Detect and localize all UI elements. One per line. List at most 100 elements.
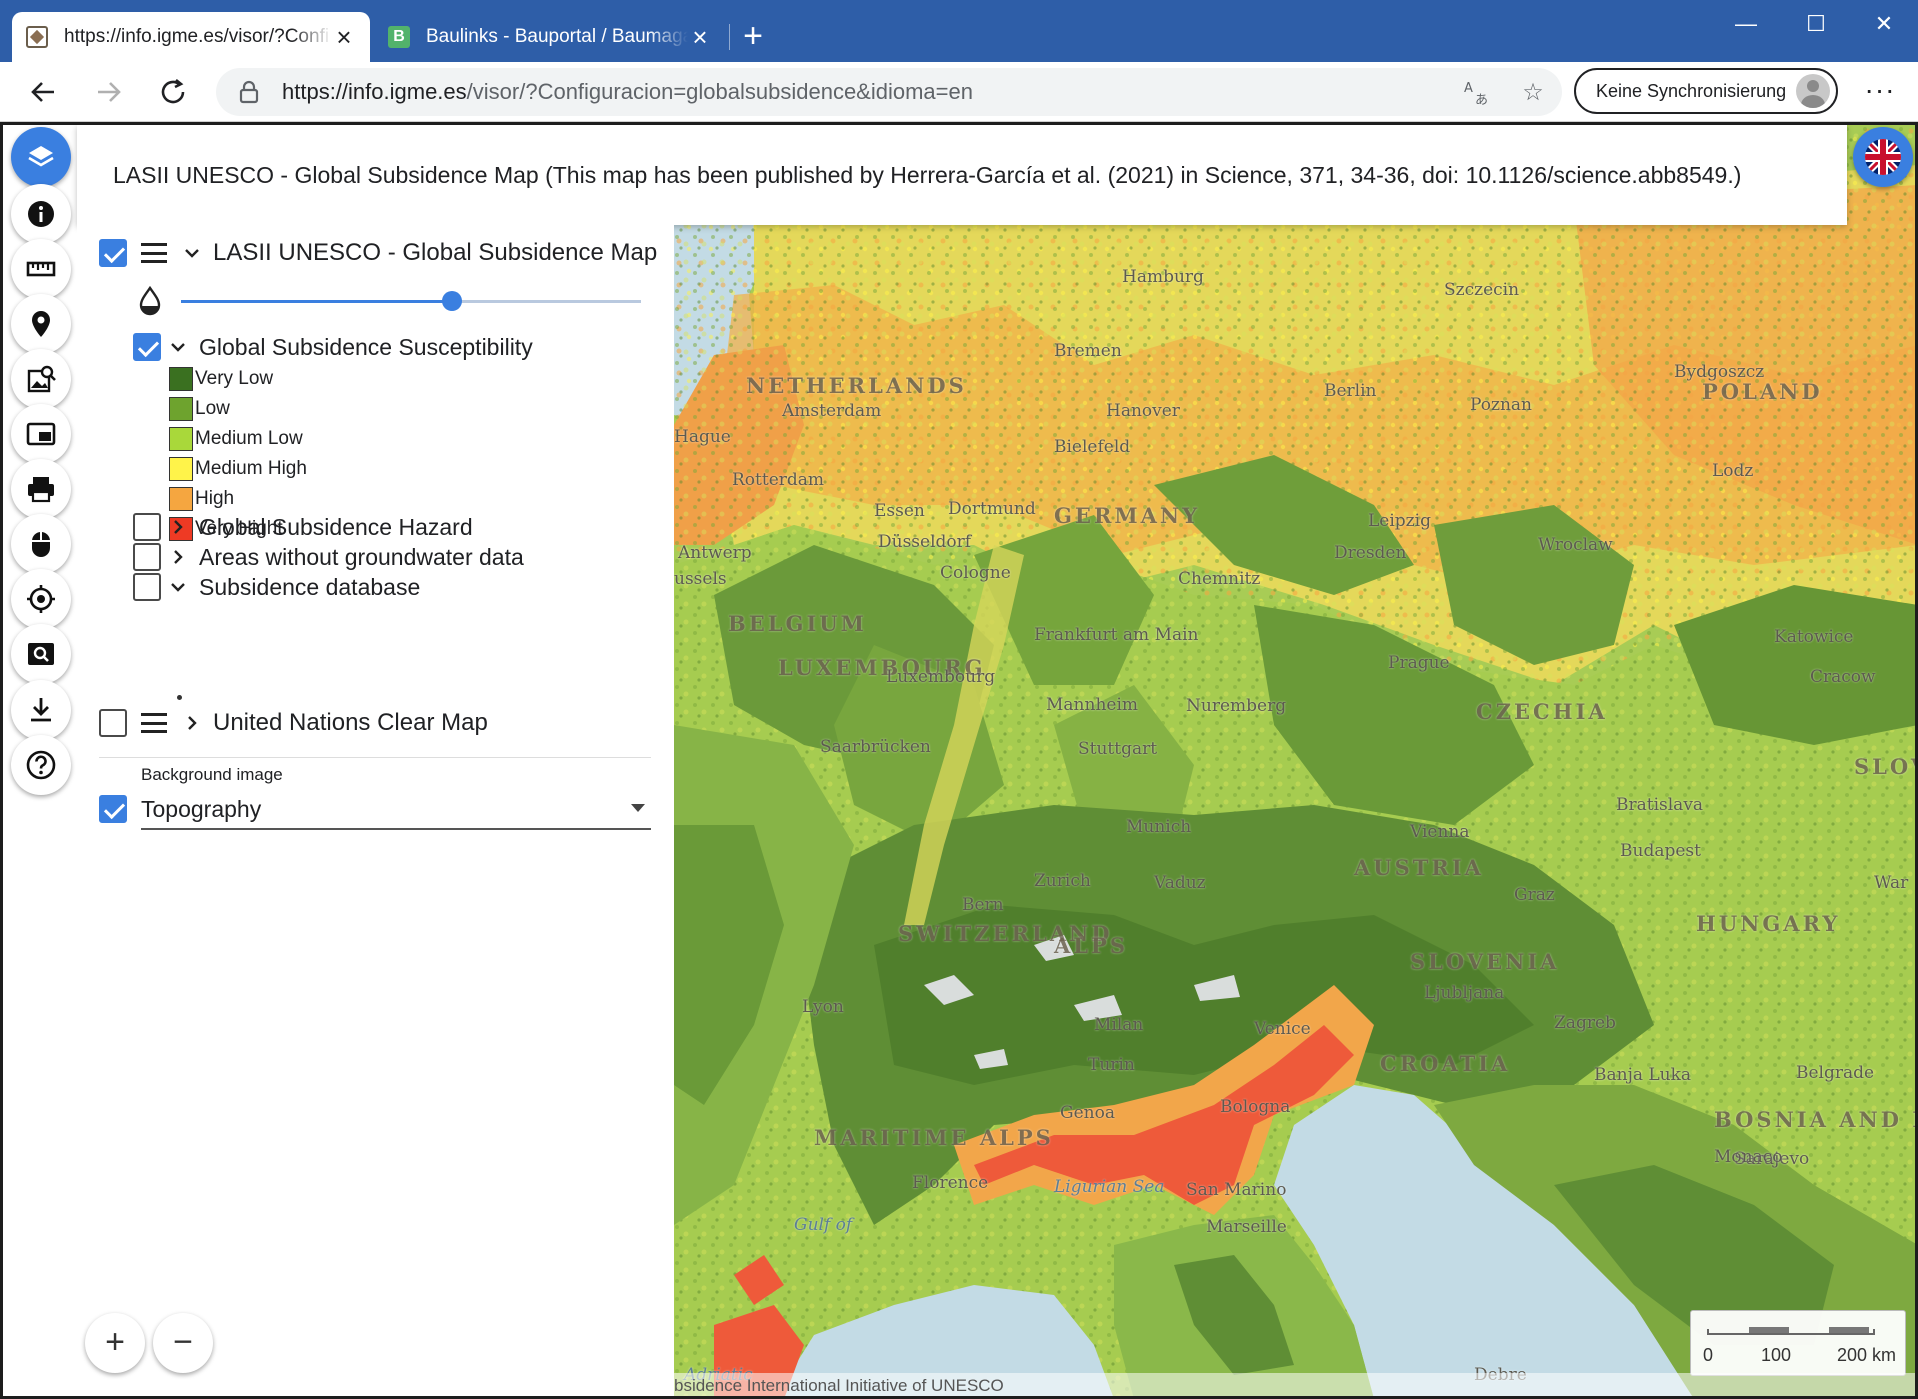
menu-icon[interactable]	[141, 243, 167, 263]
legend-item: Medium Low	[169, 425, 303, 453]
layer-checkbox-main[interactable]	[99, 239, 127, 267]
map-label: HUNGARY	[1696, 911, 1841, 936]
map-label: Amsterdam	[782, 401, 882, 421]
layer-label-hazard: Global Subsidence Hazard	[199, 513, 473, 540]
map-label: Szczecin	[1444, 280, 1520, 300]
map-canvas[interactable]: Hamburg Szczecin Bremen Bydgoszcz NETHERLAND…	[674, 125, 1915, 1396]
chevron-down-icon[interactable]	[179, 240, 205, 266]
background-select[interactable]: Topography	[141, 788, 651, 830]
reload-icon[interactable]	[154, 72, 194, 112]
location-pin-tool-button[interactable]	[11, 294, 71, 354]
layer-checkbox-susceptibility[interactable]	[133, 333, 161, 361]
address-bar[interactable]: https://info.igme.es/visor/?Configuracio…	[216, 68, 1562, 116]
map-label: Budapest	[1620, 841, 1701, 861]
browser-tab-active[interactable]: https://info.igme.es/visor/?Confi ×	[12, 12, 370, 62]
browser-titlebar: https://info.igme.es/visor/?Confi × B Ba…	[0, 0, 1918, 62]
language-flag-button[interactable]	[1853, 127, 1913, 187]
ruler-icon	[26, 261, 56, 277]
sync-button[interactable]: Keine Synchronisierung	[1574, 68, 1838, 114]
layer-checkbox-hazard[interactable]	[133, 513, 161, 541]
map-label: Zagreb	[1554, 1013, 1616, 1033]
chevron-right-icon[interactable]	[179, 710, 205, 736]
map-label: Leipzig	[1368, 511, 1431, 531]
map-label: Bern	[962, 895, 1004, 915]
map-label: Marseille	[1206, 1217, 1287, 1237]
back-icon[interactable]	[24, 72, 64, 112]
map-label: Essen	[874, 501, 925, 521]
map-label: Hanover	[1106, 401, 1180, 421]
layer-checkbox-database[interactable]	[133, 573, 161, 601]
map-label: ussels	[674, 569, 727, 589]
map-label: GERMANY	[1054, 503, 1201, 528]
map-label: Bologna	[1220, 1097, 1291, 1117]
map-label: Frankfurt am Main	[1034, 625, 1199, 645]
map-label: Florence	[912, 1173, 989, 1193]
ruler-tool-button[interactable]	[11, 239, 71, 299]
print-tool-button[interactable]	[11, 459, 71, 519]
more-menu-button[interactable]: ···	[1860, 72, 1900, 112]
zoom-in-button[interactable]: +	[85, 1313, 145, 1373]
map-label: Hamburg	[1122, 267, 1204, 287]
map-label: Saarbrücken	[820, 737, 931, 757]
forward-icon[interactable]	[88, 72, 128, 112]
menu-icon[interactable]	[141, 713, 167, 733]
crosshair-tool-button[interactable]	[11, 569, 71, 629]
favorite-star-icon[interactable]: ☆	[1518, 78, 1548, 108]
legend-item: Very Low	[169, 365, 273, 393]
background-checkbox[interactable]	[99, 795, 127, 823]
tab-close-icon[interactable]: ×	[688, 24, 712, 50]
map-label: Ligurian Sea	[1054, 1177, 1165, 1197]
map-label: SLOVENIA	[1410, 949, 1560, 974]
translate-icon[interactable]: Aあ	[1462, 78, 1492, 108]
map-label: Zurich	[1034, 871, 1091, 891]
chevron-right-icon[interactable]	[165, 514, 191, 540]
minimize-icon[interactable]: —	[1726, 8, 1766, 40]
info-tool-button[interactable]	[11, 184, 71, 244]
download-tool-button[interactable]	[11, 680, 71, 740]
map-label: Vaduz	[1154, 873, 1206, 893]
layer-checkbox-un-map[interactable]	[99, 709, 127, 737]
map-label: Berlin	[1324, 381, 1377, 401]
picture-in-picture-tool-button[interactable]	[11, 404, 71, 464]
map-label: Milan	[1094, 1015, 1144, 1035]
chevron-right-icon[interactable]	[165, 544, 191, 570]
zoom-out-button[interactable]: −	[153, 1313, 213, 1373]
baulinks-favicon-icon: B	[388, 26, 410, 48]
opacity-slider[interactable]	[181, 291, 641, 311]
tab-close-icon[interactable]: ×	[332, 24, 356, 50]
slider-fill	[181, 300, 453, 303]
sync-label: Keine Synchronisierung	[1596, 80, 1787, 101]
new-tab-button[interactable]: +	[736, 18, 770, 56]
map-label: AUSTRIA	[1354, 855, 1484, 880]
mouse-tool-button[interactable]	[11, 514, 71, 574]
zoom-search-tool-button[interactable]	[11, 624, 71, 684]
page-title: LASII UNESCO - Global Subsidence Map (Th…	[77, 125, 1847, 225]
legend-label: Medium High	[195, 458, 307, 479]
picture-in-picture-icon	[26, 422, 56, 446]
tab-separator	[729, 24, 730, 50]
legend-swatch	[169, 457, 193, 481]
image-search-tool-button[interactable]	[11, 349, 71, 409]
window-close-icon[interactable]: ✕	[1864, 8, 1904, 40]
map-label: Lyon	[802, 997, 844, 1017]
browser-tab-inactive[interactable]: B Baulinks - Bauportal / Baumagaz ×	[374, 12, 726, 62]
layer-label-un-map: United Nations Clear Map	[213, 709, 488, 736]
map-label: Chemnitz	[1178, 569, 1261, 589]
chevron-down-icon[interactable]	[165, 574, 191, 600]
map-label: Belgrade	[1796, 1063, 1875, 1083]
layer-label-susceptibility: Global Subsidence Susceptibility	[199, 333, 533, 360]
layers-tool-button[interactable]	[11, 127, 71, 187]
svg-text:A: A	[1464, 81, 1473, 96]
help-tool-button[interactable]	[11, 735, 71, 795]
maximize-icon[interactable]: ☐	[1796, 8, 1836, 40]
map-label: BELGIUM	[728, 611, 867, 636]
zoom-search-icon	[28, 643, 54, 665]
igme-favicon-icon	[26, 26, 48, 48]
layer-label-database: Subsidence database	[199, 573, 421, 600]
lock-icon	[239, 80, 259, 104]
url-text[interactable]: https://info.igme.es/visor/?Configuracio…	[282, 79, 973, 105]
chevron-down-icon[interactable]	[165, 334, 191, 360]
slider-thumb[interactable]	[442, 291, 463, 311]
layer-checkbox-groundwater[interactable]	[133, 543, 161, 571]
svg-text:あ: あ	[1475, 93, 1488, 108]
